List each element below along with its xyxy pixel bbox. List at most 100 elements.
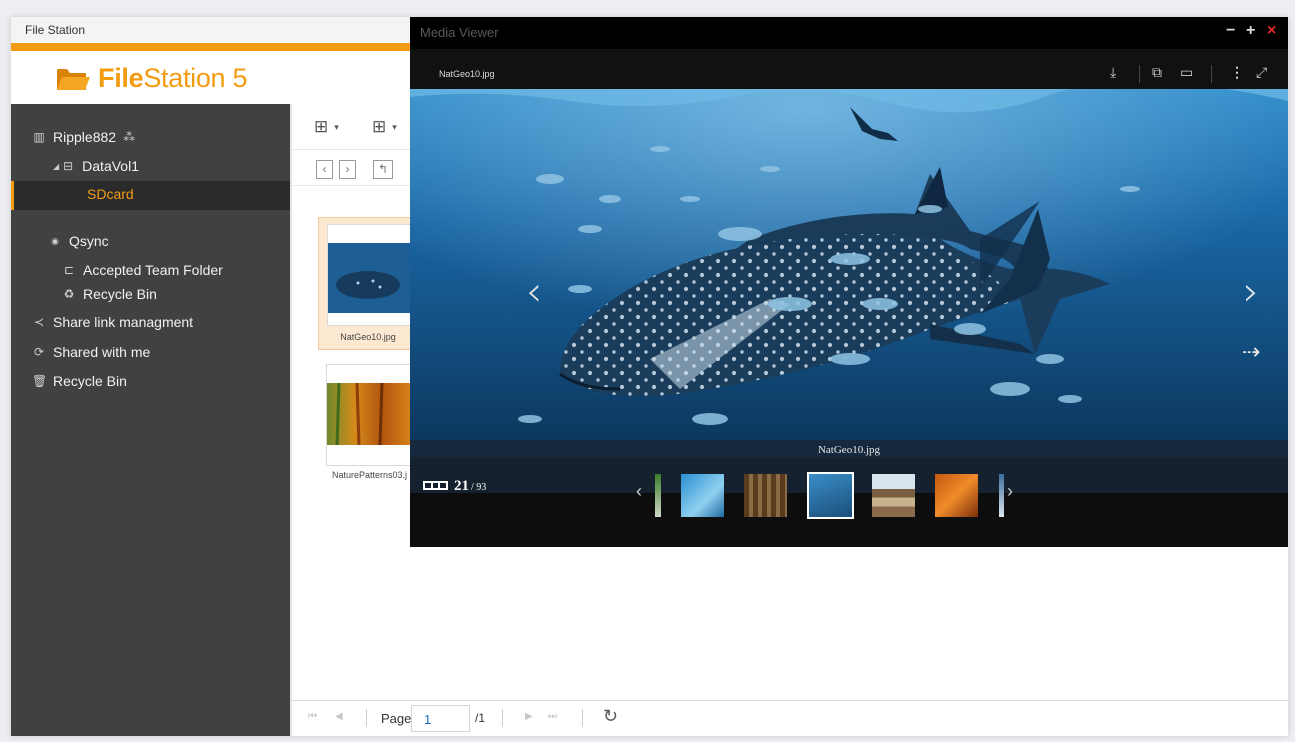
tree-label: Share link managment: [53, 314, 194, 330]
previous-photo-arrow[interactable]: ‹: [526, 272, 542, 312]
tree-item-qsync-recycle-bin[interactable]: ♻ Recycle Bin: [62, 282, 157, 306]
prev-page-icon[interactable]: ◀: [335, 711, 343, 722]
file-thumbnail-selected[interactable]: NatGeo10.jpg: [318, 217, 420, 350]
drive-icon: ⊟: [63, 159, 74, 173]
photo-counter: 21 / 93: [423, 478, 486, 495]
media-viewer-header: NatGeo10.jpg ⤓ ⧉ ▭ ⋮ ⤢: [410, 49, 1288, 89]
divider: [582, 709, 583, 727]
filmstrip-thumb-partial[interactable]: [999, 474, 1004, 517]
tree-item-qsync[interactable]: ◉ Qsync: [48, 229, 109, 253]
last-page-icon[interactable]: ⏭: [548, 711, 557, 722]
divider: [1139, 65, 1140, 83]
app-logo: FileStation 5: [56, 63, 248, 94]
tree-label: DataVol1: [82, 158, 139, 174]
share-icon: ≺: [33, 315, 45, 329]
divider: [502, 709, 503, 727]
page-number-value: 1: [424, 712, 432, 727]
up-folder-button[interactable]: ↰: [373, 160, 393, 179]
file-name-label: NatGeo10.jpg: [340, 332, 396, 342]
filmstrip-thumb[interactable]: [744, 474, 787, 517]
tree-item-sdcard[interactable]: SDcard: [11, 181, 290, 210]
page-total: /1: [475, 711, 486, 725]
close-button[interactable]: ×: [1267, 22, 1276, 40]
pagination-bar: ⏮ ◀ Page 1 /1 ▶ ⏭ ↻: [292, 700, 1288, 736]
qsync-icon: ◉: [51, 236, 59, 246]
page-number-input[interactable]: 1: [411, 705, 470, 732]
dropdown-arrow-icon: ▾: [392, 121, 397, 132]
current-filename: NatGeo10.jpg: [439, 69, 495, 79]
thumbnail-image: [327, 383, 419, 445]
tree-item-shared-with-me[interactable]: ⟳ Shared with me: [32, 340, 150, 364]
tree-label: Recycle Bin: [83, 286, 157, 302]
tree-item-accepted-team-folder[interactable]: ⊏ Accepted Team Folder: [62, 258, 223, 282]
filmstrip: 21 / 93 ‹ ›: [410, 457, 1288, 547]
recycle-icon: ♻: [63, 287, 75, 301]
maximize-button[interactable]: +: [1246, 22, 1255, 40]
main-photo: ‹ › ⇢: [410, 89, 1288, 457]
forward-button[interactable]: ›: [339, 160, 356, 179]
tree-label: Qsync: [69, 233, 109, 249]
chevron-left-icon: ‹: [322, 162, 327, 176]
folder-logo-icon: [57, 68, 90, 90]
filmstrip-next-arrow[interactable]: ›: [1007, 481, 1013, 502]
team-folder-icon: ⊏: [63, 263, 75, 277]
photo-index: 21: [454, 478, 469, 494]
folder-tree-sidebar: ▥ Ripple882 ⁂ ◢ ⊟ DataVol1 SDcard ◉ Qsyn…: [11, 104, 290, 736]
fullscreen-icon[interactable]: ⤢: [1256, 64, 1267, 81]
first-page-icon[interactable]: ⏮: [308, 711, 317, 722]
file-thumbnail[interactable]: NaturePatterns03.j: [318, 362, 419, 482]
next-album-icon[interactable]: ⇢: [1242, 339, 1260, 365]
media-viewer-window: Media Viewer − + × NatGeo10.jpg ⤓ ⧉ ▭ ⋮ …: [410, 17, 1288, 547]
tree-item-share-link[interactable]: ≺ Share link managment: [32, 310, 193, 334]
trash-icon: 🗑: [32, 374, 48, 388]
new-folder-icon: ⊞: [372, 117, 387, 136]
filmstrip-thumb[interactable]: [872, 474, 915, 517]
nas-icon: ▥: [33, 130, 45, 144]
filmstrip-prev-arrow[interactable]: ‹: [636, 481, 642, 502]
tree-label-selected: SDcard: [87, 186, 134, 202]
tree-label: Ripple882: [53, 129, 117, 145]
filmstrip-thumb[interactable]: [681, 474, 724, 517]
grid-view-icon: ⊞: [314, 117, 329, 136]
photo-caption: NatGeo10.jpg: [817, 444, 880, 456]
page-label: Page: [381, 711, 412, 726]
logo-text-rest: Station 5: [143, 63, 248, 93]
filmstrip-thumb-active[interactable]: [807, 472, 854, 519]
window-title: File Station: [25, 23, 86, 37]
thumbnail-frame: [326, 364, 419, 466]
divider: [366, 709, 367, 727]
filmstrip-thumb[interactable]: [935, 474, 978, 517]
dropdown-arrow-icon: ▾: [334, 121, 339, 132]
more-options-icon[interactable]: ⋮: [1230, 64, 1244, 81]
tree-label: Recycle Bin: [53, 373, 127, 389]
photo-total: / 93: [471, 482, 487, 493]
tree-item-recycle-bin[interactable]: 🗑 Recycle Bin: [32, 369, 127, 393]
chevron-right-icon: ›: [345, 162, 350, 176]
minimize-button[interactable]: −: [1226, 22, 1235, 40]
filmstrip-icon[interactable]: [423, 481, 448, 490]
tree-item-ripple882[interactable]: ▥ Ripple882 ⁂: [32, 125, 143, 149]
next-page-icon[interactable]: ▶: [525, 711, 533, 722]
device-status-icon: ⁂: [123, 130, 136, 144]
up-arrow-icon: ↰: [377, 162, 389, 176]
filmstrip-thumb-partial[interactable]: [655, 474, 661, 517]
media-viewer-titlebar: Media Viewer − + ×: [410, 17, 1288, 49]
refresh-icon[interactable]: ↻: [603, 706, 618, 727]
cast-icon[interactable]: ▭: [1180, 64, 1193, 81]
thumbnail-frame: [327, 224, 420, 326]
tree-label: Accepted Team Folder: [83, 262, 223, 278]
slideshow-icon[interactable]: ⧉: [1152, 64, 1162, 81]
thumbnail-image: [328, 243, 420, 313]
media-viewer-title: Media Viewer: [420, 25, 499, 40]
next-photo-arrow[interactable]: ›: [1243, 272, 1259, 312]
tree-item-datavol1[interactable]: ◢ ⊟ DataVol1: [53, 154, 139, 178]
back-button[interactable]: ‹: [316, 160, 333, 179]
download-icon[interactable]: ⤓: [1110, 64, 1116, 81]
tree-label: Shared with me: [53, 344, 151, 360]
shared-with-me-icon: ⟳: [33, 345, 45, 359]
expand-arrow-icon[interactable]: ◢: [53, 162, 59, 171]
new-folder-button[interactable]: ⊞ ▾: [372, 117, 397, 137]
view-mode-button[interactable]: ⊞ ▾: [314, 117, 339, 137]
divider: [1211, 65, 1212, 83]
logo-text-bold: File: [98, 63, 144, 93]
